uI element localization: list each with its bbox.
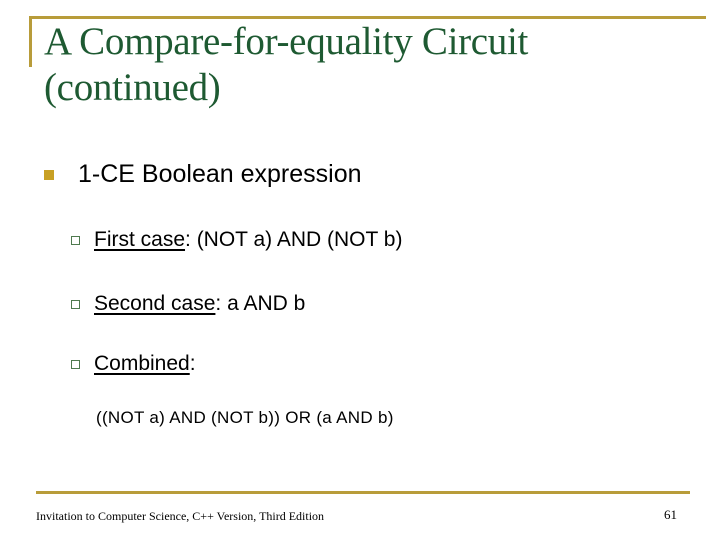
bullet-second-case: Second case: a AND b <box>71 292 305 316</box>
page-number: 61 <box>664 507 677 522</box>
footer-rule <box>36 491 690 494</box>
bullet-sep: : <box>189 352 196 375</box>
bullet-text: Second case: a AND b <box>94 292 305 316</box>
bullet-body: a AND b <box>221 292 306 315</box>
hollow-square-bullet-icon <box>71 235 80 245</box>
bullet-label: Combined <box>94 352 190 375</box>
bullet-body: (NOT a) AND (NOT b) <box>190 228 403 251</box>
hollow-square-bullet-icon <box>71 299 80 309</box>
bullet-level1: 1-CE Boolean expression <box>44 160 362 189</box>
footer-text: Invitation to Computer Science, C++ Vers… <box>36 509 325 523</box>
bullet-label: Second case <box>94 292 216 315</box>
bullet-level1-text: 1-CE Boolean expression <box>78 160 362 188</box>
slide-title: A Compare-for-equality Circuit (continue… <box>44 20 529 109</box>
filled-square-bullet-icon <box>44 169 54 180</box>
bullet-text: Combined: <box>94 352 196 376</box>
bullet-combined: Combined: <box>71 352 196 376</box>
title-left-rule <box>29 16 32 67</box>
bullet-label: First case <box>94 228 186 251</box>
bullet-text: First case: (NOT a) AND (NOT b) <box>94 228 402 252</box>
bullet-first-case: First case: (NOT a) AND (NOT b) <box>71 228 402 252</box>
combined-expression: ((NOT a) AND (NOT b)) OR (a AND b) <box>96 408 394 427</box>
hollow-square-bullet-icon <box>71 359 80 369</box>
